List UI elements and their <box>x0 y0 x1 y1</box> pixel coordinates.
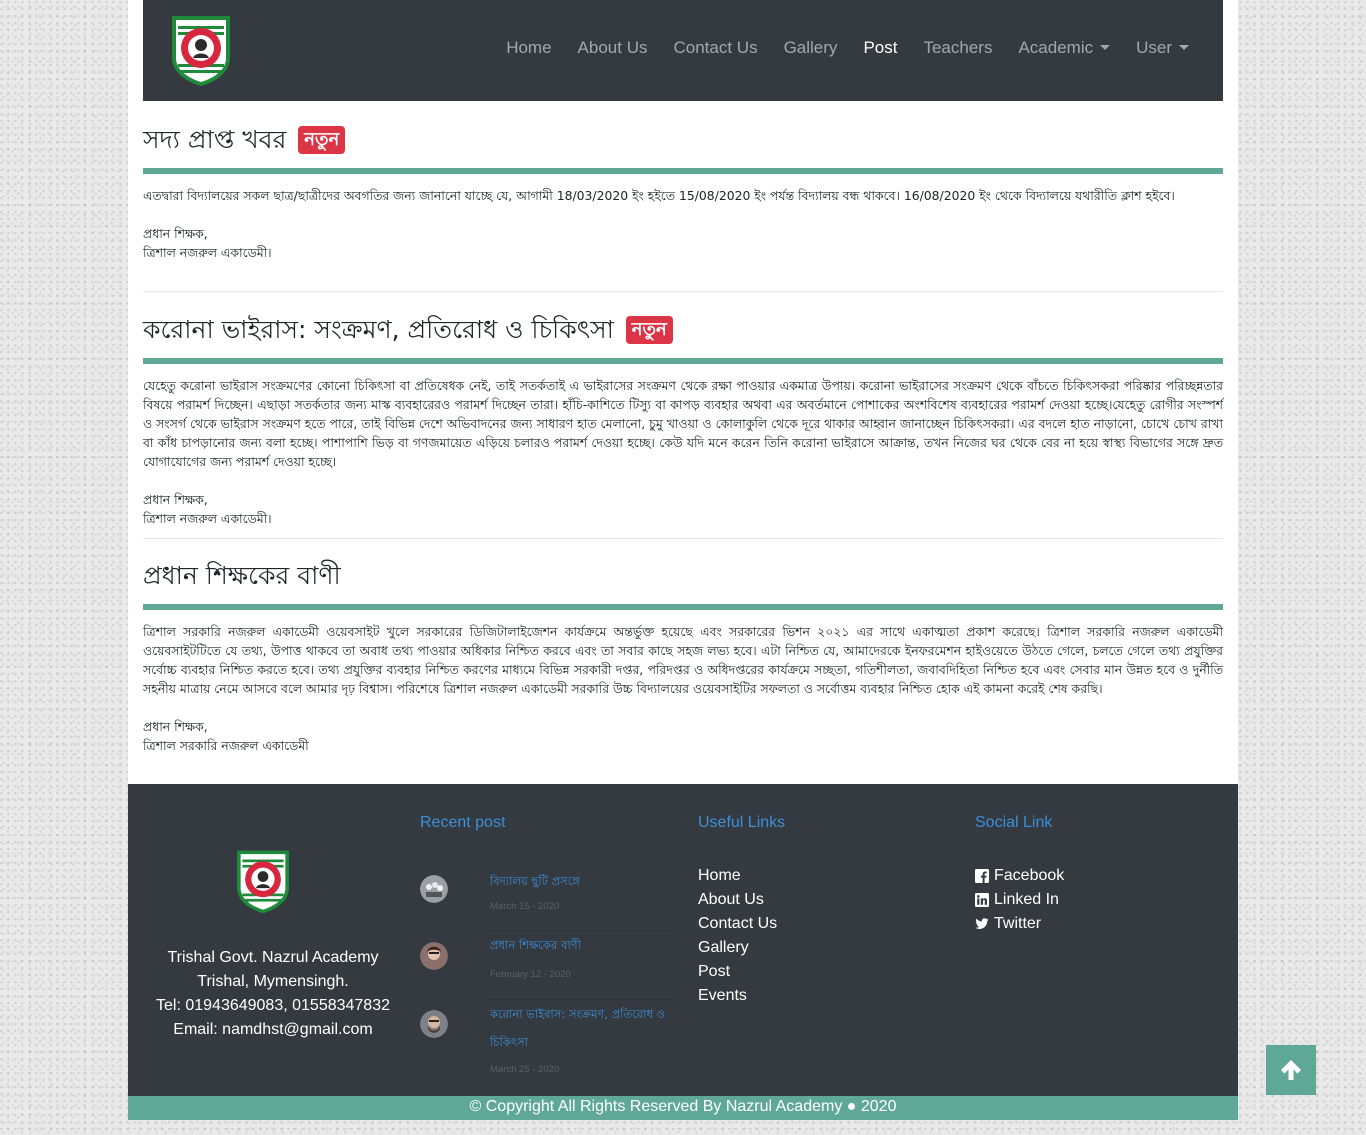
post-corona: করোনা ভাইরাস: সংক্রমণ, প্রতিরোধ ও চিকিৎস… <box>143 310 1223 528</box>
nav-item-label: Gallery <box>783 38 838 57</box>
social-link-label: Twitter <box>994 915 1042 932</box>
social-link-linkedin[interactable]: Linked In <box>975 888 1064 912</box>
back-to-top-button[interactable] <box>1266 1045 1316 1095</box>
post-divider <box>143 291 1223 292</box>
recent-post-heading: Recent post <box>420 814 506 831</box>
post-news: সদ্য প্রাপ্ত খবর নতুন এতদ্বারা বিদ্যালয়… <box>143 120 1223 262</box>
nav-item-gallery[interactable]: Gallery <box>784 38 838 58</box>
post-body: ত্রিশাল সরকারি নজরুল একাডেমী ওয়েবসাইট খ… <box>143 624 1223 696</box>
nav-item-label: Academic <box>1018 38 1094 57</box>
nav-item-label: About Us <box>577 38 648 57</box>
post-body: এতদ্বারা বিদ্যালয়ের সকল ছাত্র/ছাত্রীদের… <box>143 188 1175 203</box>
school-name: Trishal Govt. Nazrul Academy <box>167 949 379 966</box>
post-divider <box>143 538 1223 539</box>
nav-item-label: Post <box>863 38 898 57</box>
recent-post-link[interactable]: প্রধান শিক্ষকের বাণী <box>490 931 670 959</box>
twitter-icon <box>975 918 989 929</box>
school-address: Trishal, Mymensingh. <box>197 973 349 990</box>
school-email: Email: namdhst@gmail.com <box>173 1021 373 1038</box>
arrow-up-icon <box>1281 1060 1301 1080</box>
nav-menu: Home About Us Contact Us Gallery Post Teacher… <box>480 38 1189 58</box>
recent-post-date: March 25 - 2020 <box>490 1064 560 1075</box>
nav-item-about-us[interactable]: About Us <box>578 38 648 58</box>
caret-down-icon <box>1179 44 1189 50</box>
recent-post-date: March 15 - 2020 <box>490 901 560 912</box>
social-link-facebook[interactable]: Facebook <box>975 864 1064 888</box>
useful-link-contact-us[interactable]: Contact Us <box>698 912 777 936</box>
signature-role: প্রধান শিক্ষক, <box>143 226 208 241</box>
nav-item-label: Home <box>506 38 552 57</box>
nav-item-user[interactable]: User <box>1136 38 1189 58</box>
nav-item-academic[interactable]: Academic <box>1018 38 1111 58</box>
footer: Trishal Govt. Nazrul Academy Trishal, My… <box>128 784 1238 1096</box>
signature-school: ত্রিশাল নজরুল একাডেমী। <box>143 245 272 260</box>
useful-link-about-us[interactable]: About Us <box>698 888 777 912</box>
footer-logo <box>237 850 289 914</box>
linkedin-icon <box>975 893 989 907</box>
nav-item-home[interactable]: Home <box>506 38 551 58</box>
school-logo[interactable] <box>168 12 234 88</box>
post-title: সদ্য প্রাপ্ত খবর নতুন <box>143 120 1223 160</box>
signature-role: প্রধান শিক্ষক, <box>143 719 208 734</box>
nav-item-post[interactable]: Post <box>863 38 897 58</box>
useful-links-heading: Useful Links <box>698 814 786 831</box>
nav-item-label: User <box>1136 38 1172 57</box>
useful-link-events[interactable]: Events <box>698 984 777 1008</box>
post-rule <box>143 358 1223 364</box>
school-phone: Tel: 01943649083, 01558347832 <box>156 997 390 1014</box>
nav-item-label: Teachers <box>923 38 993 57</box>
nav-item-contact-us[interactable]: Contact Us <box>673 38 757 58</box>
useful-link-home[interactable]: Home <box>698 864 777 888</box>
post-body: যেহেতু করোনা ভাইরাস সংক্রমণের কোনো চিকিৎ… <box>143 378 1223 469</box>
recent-post-date: February 12 - 2020 <box>490 969 571 980</box>
new-badge: নতুন <box>625 316 673 344</box>
recent-post-thumbnail[interactable] <box>420 1010 448 1038</box>
copyright-bar: © Copyright All Rights Reserved By Nazru… <box>128 1096 1238 1120</box>
social-links-list: Facebook Linked In Twitter <box>975 864 1064 936</box>
post-signature: প্রধান শিক্ষক, ত্রিশাল সরকারি নজরুল একাড… <box>143 717 1223 755</box>
useful-link-post[interactable]: Post <box>698 960 777 984</box>
useful-link-gallery[interactable]: Gallery <box>698 936 777 960</box>
post-title: করোনা ভাইরাস: সংক্রমণ, প্রতিরোধ ও চিকিৎস… <box>143 310 1223 350</box>
signature-role: প্রধান শিক্ষক, <box>143 492 208 507</box>
recent-post-thumbnail[interactable] <box>420 942 448 970</box>
recent-post-thumbnail[interactable] <box>420 875 448 903</box>
post-rule <box>143 604 1223 610</box>
recent-post-link[interactable]: করোনা ভাইরাস: সংক্রমণ, প্রতিরোধ ও চিকিৎস… <box>490 1000 670 1056</box>
post-rule <box>143 168 1223 174</box>
nav-item-label: Contact Us <box>673 38 758 57</box>
navbar: Home About Us Contact Us Gallery Post Teacher… <box>143 0 1223 101</box>
signature-school: ত্রিশাল সরকারি নজরুল একাডেমী <box>143 738 309 753</box>
social-link-twitter[interactable]: Twitter <box>975 912 1064 936</box>
new-badge: নতুন <box>298 126 346 154</box>
post-headmaster: প্রধান শিক্ষকের বাণী ত্রিশাল সরকারি নজরু… <box>143 556 1223 755</box>
main-content: Home About Us Contact Us Gallery Post Teacher… <box>128 0 1238 784</box>
caret-down-icon <box>1100 44 1111 50</box>
school-contact-info: Trishal Govt. Nazrul Academy Trishal, My… <box>128 946 418 1042</box>
social-link-heading: Social Link <box>975 814 1053 831</box>
post-signature: প্রধান শিক্ষক, ত্রিশাল নজরুল একাডেমী। <box>143 224 1223 262</box>
recent-post-link[interactable]: বিদ্যালয় ছুটি প্রসঙ্গে <box>490 867 670 895</box>
post-title: প্রধান শিক্ষকের বাণী <box>143 561 341 590</box>
social-link-label: Facebook <box>994 867 1065 884</box>
social-link-label: Linked In <box>994 891 1059 908</box>
useful-links-list: Home About Us Contact Us Gallery Post Events <box>698 864 777 1008</box>
post-signature: প্রধান শিক্ষক, ত্রিশাল নজরুল একাডেমী। <box>143 490 1223 528</box>
facebook-icon <box>975 869 989 883</box>
signature-school: ত্রিশাল নজরুল একাডেমী। <box>143 511 272 526</box>
nav-item-teachers[interactable]: Teachers <box>923 38 992 58</box>
